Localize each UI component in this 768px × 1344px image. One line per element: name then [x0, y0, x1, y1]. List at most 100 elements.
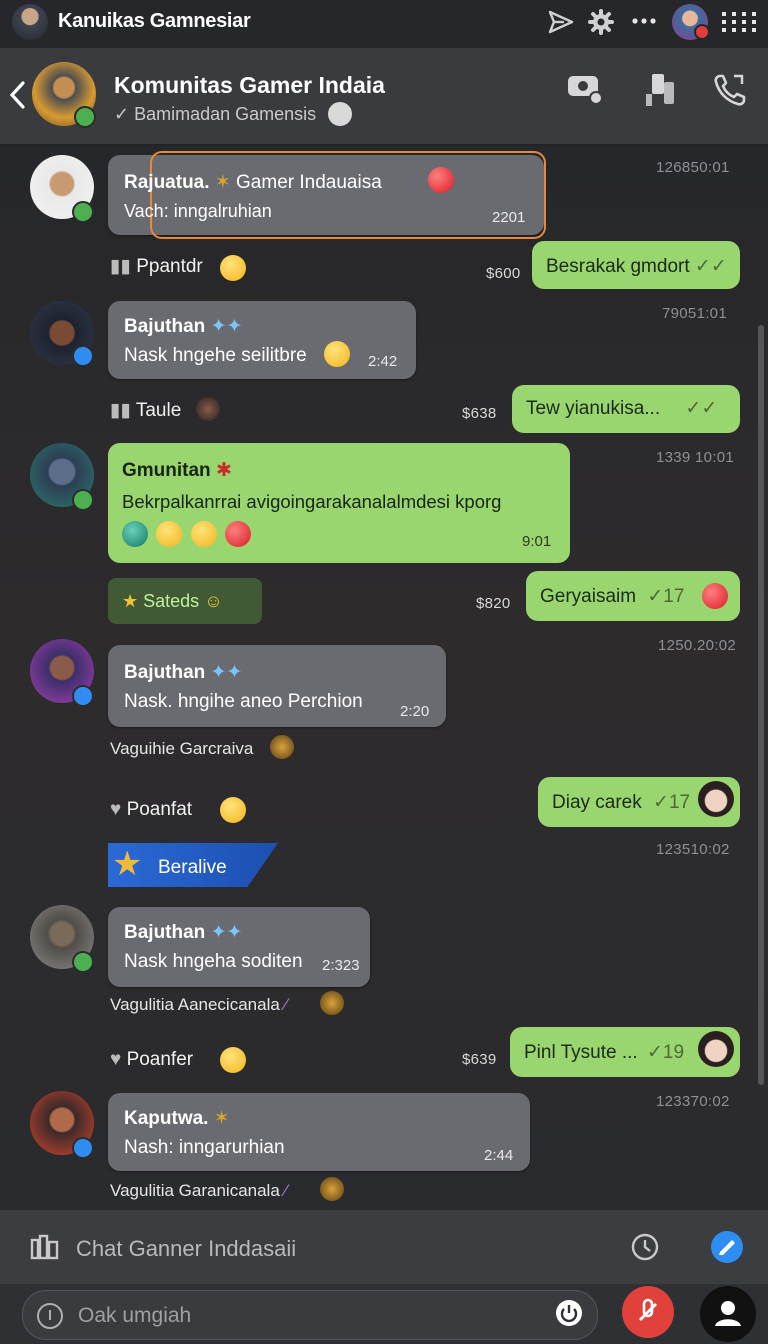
price-tag: $639: [462, 1051, 497, 1068]
message-time: 2:44: [484, 1147, 514, 1164]
phone-bookmark-icon[interactable]: [644, 72, 678, 108]
message-time: 2:20: [400, 703, 430, 720]
back-icon[interactable]: [8, 80, 26, 110]
profile-icon[interactable]: [698, 1284, 758, 1344]
price-tag: $600: [486, 265, 521, 282]
timestamp: 1339 10:01: [656, 449, 735, 466]
message-sender: Bajuthan ✦✦: [124, 662, 243, 683]
mic-icon[interactable]: [36, 1302, 64, 1330]
red-mic-off-icon[interactable]: [620, 1284, 676, 1340]
sender-caption: Vaguihie Garcraiva: [110, 739, 254, 758]
highlight-outline: [150, 151, 546, 239]
message-text: Bekrpalkanrrai avigoingarakanalalmdesi k…: [122, 491, 502, 512]
clock-icon[interactable]: [630, 1232, 660, 1262]
verified-icon: [74, 106, 96, 128]
message-bubble[interactable]: [108, 1093, 530, 1171]
composer-input-row: Oak umgiah: [0, 1284, 768, 1344]
app-title: Kanuikas Gamnesiar: [58, 10, 251, 32]
reaction-row: ♥ Poanfer: [110, 1049, 194, 1070]
message-bubble[interactable]: [108, 645, 446, 727]
event-banner-label: Beralive: [158, 857, 227, 878]
timestamp: 126850:01: [656, 159, 730, 176]
more-icon[interactable]: [632, 16, 656, 26]
message-sender: Rajuatua. ✶ Gamer Indauaisa: [124, 172, 382, 193]
verified-icon: [72, 1137, 94, 1159]
message-bubble[interactable]: [108, 907, 370, 987]
grid-icon[interactable]: [722, 12, 756, 32]
price-tag: $820: [476, 595, 511, 612]
smile-emoji-icon: [220, 255, 246, 281]
status-bar: Kanuikas Gamnesiar: [0, 0, 768, 48]
verified-icon: [72, 951, 94, 973]
scrollbar[interactable]: [758, 325, 764, 1085]
smile-emoji-icon: [324, 341, 350, 367]
message-text: Nask hngehe seilitbre: [124, 345, 307, 366]
reaction-row: ▮▮ Taule: [110, 400, 182, 421]
avatar-mini-icon: [270, 735, 294, 759]
outgoing-text: Geryaisaim ✓17: [540, 586, 685, 607]
outgoing-text: Besrakak gmdort ✓✓: [546, 256, 727, 277]
avatar-mini-icon: [196, 397, 220, 421]
chat-header: Komunitas Gamer Indaia ✓ Bamimadan Gamen…: [0, 48, 768, 145]
library-icon[interactable]: [30, 1234, 60, 1260]
user-avatar[interactable]: [12, 4, 48, 40]
message-text: Nask. hngihe aneo Perchion: [124, 691, 363, 712]
group-subtitle: ✓ Bamimadan Gamensis: [114, 104, 317, 124]
verified-icon: [72, 489, 94, 511]
avatar-mini-icon: [320, 991, 344, 1015]
avatar-mini-icon: [698, 781, 734, 817]
message-sender: Kaputwa. ✶: [124, 1108, 230, 1129]
video-camera-icon[interactable]: [566, 72, 606, 106]
timestamp: 1250.20:02: [658, 637, 737, 654]
settings-icon[interactable]: [588, 9, 614, 35]
verified-icon: [72, 201, 94, 223]
message-sender: Bajuthan ✦✦: [124, 316, 243, 337]
red-ball-icon: [702, 583, 728, 609]
verified-icon: [72, 345, 94, 367]
globe-emoji-icon: [122, 521, 148, 547]
composer-toolbar: Chat Ganner Inddasaii: [0, 1210, 768, 1284]
chat-field-label[interactable]: Chat Ganner Inddasaii: [76, 1236, 296, 1262]
verified-icon: [72, 685, 94, 707]
emoji-row: [122, 521, 252, 547]
red-ball-icon: [225, 521, 252, 547]
message-sender: Bajuthan ✦✦: [124, 922, 243, 943]
group-name: Komunitas Gamer Indaia: [114, 72, 385, 98]
message-time: 2:323: [322, 957, 360, 974]
message-time: 2201: [492, 209, 526, 226]
smile-emoji-icon: [190, 521, 217, 547]
avatar-mini-icon: [320, 1177, 344, 1201]
pen-icon[interactable]: [710, 1230, 744, 1264]
sender-caption: Vagulitia Aanecicanala ⁄: [110, 995, 288, 1014]
reaction-row: ▮▮ Ppantdr: [110, 256, 203, 277]
call-icon[interactable]: [712, 72, 748, 108]
avatar-mini-icon: [698, 1031, 734, 1067]
message-time: 9:01: [522, 533, 552, 550]
message-sender: Gmunitan ✱: [122, 460, 232, 481]
message-text: Nask hngeha soditen: [124, 951, 303, 972]
notification-badge: [694, 24, 710, 40]
power-icon[interactable]: [554, 1298, 584, 1328]
subtitle-emoji-icon: [328, 102, 352, 126]
timestamp: 79051:01: [662, 305, 727, 322]
message-text: Nash: inngarurhian: [124, 1137, 285, 1158]
sender-caption: Vagulitia Garanicanala ⁄: [110, 1181, 288, 1200]
reaction-row: ♥ Poanfat: [110, 799, 193, 820]
smile-emoji-icon: [220, 797, 246, 823]
message-text: Vach: inngalruhian: [124, 201, 272, 221]
smile-emoji-icon: [156, 521, 183, 547]
timestamp: 123510:02: [656, 841, 730, 858]
red-ball-icon: [428, 167, 454, 193]
message-input[interactable]: Oak umgiah: [78, 1304, 191, 1328]
send-icon[interactable]: [548, 10, 574, 34]
outgoing-text: Diay carek ✓17: [552, 792, 691, 813]
message-time: 2:42: [368, 353, 398, 370]
messages-area[interactable]: Rajuatua. ✶ Gamer Indauaisa Vach: inngal…: [0, 145, 768, 1210]
outgoing-text: Pinl Tysute ... ✓19: [524, 1042, 685, 1063]
price-tag: $638: [462, 405, 497, 422]
star-chip-label: ★ Sateds ☺: [122, 591, 223, 611]
timestamp: 123370:02: [656, 1093, 730, 1110]
star-icon: ★: [112, 845, 143, 883]
smile-emoji-icon: [220, 1047, 246, 1073]
outgoing-text: Tew yianukisa... ✓✓: [526, 398, 718, 419]
